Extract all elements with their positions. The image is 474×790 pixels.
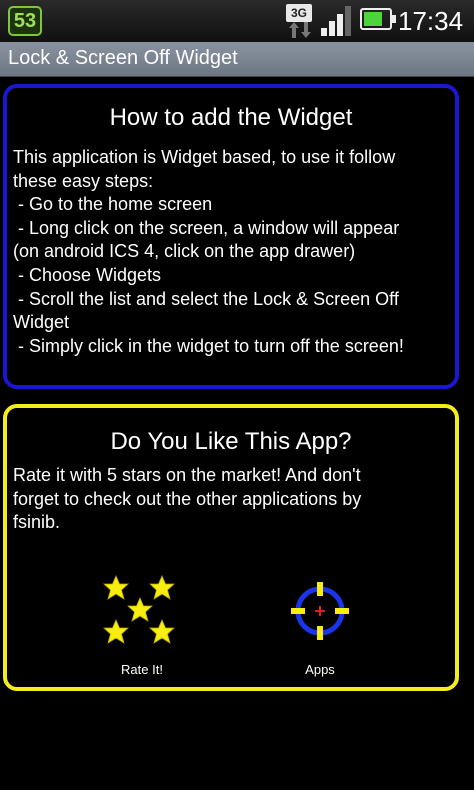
instruction-line: Widget: [13, 312, 70, 333]
rate-message-line: Rate it with 5 stars on the market! And …: [13, 465, 361, 485]
rate-panel: Do You Like This App? Rate it with 5 sta…: [3, 404, 459, 691]
clock: 17:34: [398, 6, 464, 36]
instruction-line: - Choose Widgets: [13, 264, 162, 285]
rate-message: Rate it with 5 stars on the market! And …: [13, 464, 449, 535]
status-bar: 53 3G 17:34: [0, 0, 474, 42]
rate-it-label: Rate It!: [121, 662, 163, 677]
signal-strength-icon: [321, 6, 351, 36]
app-title: Lock & Screen Off Widget: [8, 47, 238, 69]
rate-message-line: forget to check out the other applicatio…: [13, 488, 362, 509]
instruction-line: This application is Widget based, to use…: [13, 147, 396, 167]
instruction-line: - Long click on the screen, a window wil…: [13, 217, 400, 238]
rate-message-line: fsinib.: [13, 512, 61, 533]
data-activity-icon: [289, 22, 311, 38]
instruction-line: - Scroll the list and select the Lock & …: [13, 288, 399, 309]
battery-icon: [360, 8, 396, 30]
network-type-icon: 3G: [286, 4, 312, 22]
notification-badge-icon: 53: [8, 6, 42, 36]
apps-label: Apps: [305, 662, 335, 677]
app-title-bar: Lock & Screen Off Widget: [0, 42, 474, 77]
rate-it-button[interactable]: Rate It!: [87, 574, 197, 677]
rate-title: Do You Like This App?: [110, 428, 352, 455]
how-to-title: How to add the Widget: [109, 104, 353, 131]
instruction-line: (on android ICS 4, click on the app draw…: [13, 241, 356, 262]
apps-button[interactable]: Apps: [265, 574, 375, 677]
instruction-line: these easy steps:: [13, 170, 154, 191]
battery-level: [364, 12, 382, 26]
crosshair-icon: [291, 582, 349, 640]
how-to-instructions: This application is Widget based, to use…: [13, 146, 449, 358]
how-to-panel: How to add the Widget This application i…: [3, 84, 459, 389]
instruction-line: - Go to the home screen: [13, 194, 213, 215]
five-stars-icon: [103, 575, 175, 644]
instruction-line: - Simply click in the widget to turn off…: [13, 335, 404, 356]
